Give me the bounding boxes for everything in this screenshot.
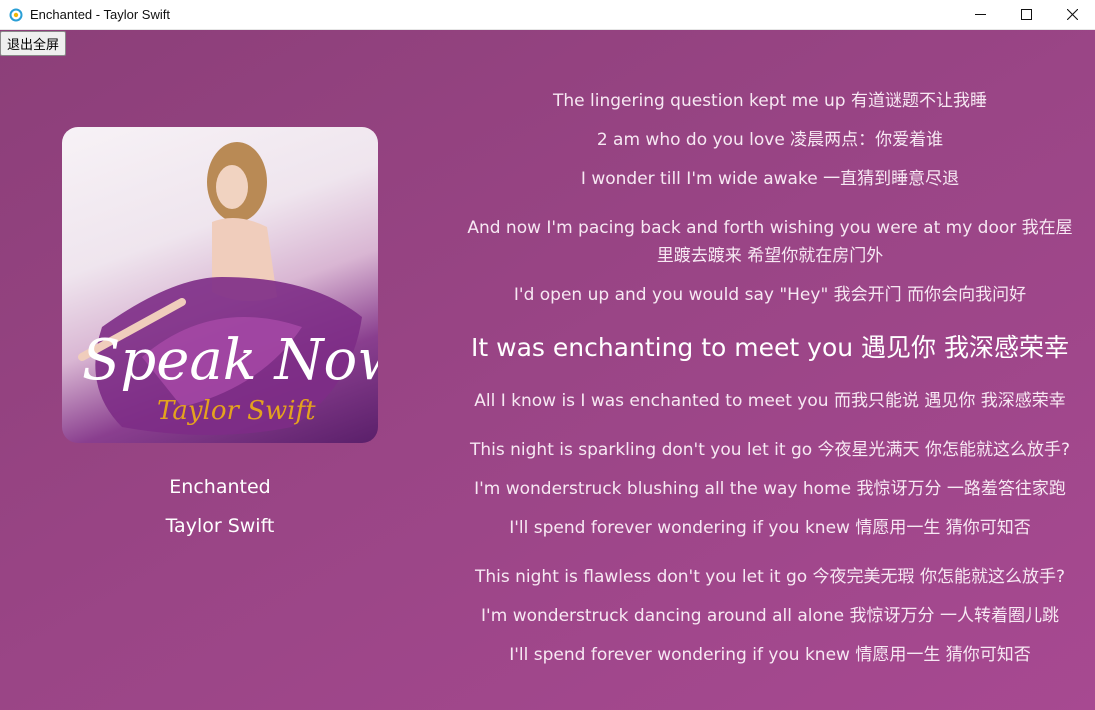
app-icon: [8, 7, 24, 23]
lyric-line: I'll spend forever wondering if you knew…: [509, 645, 1031, 665]
lyric-line: This night is sparkling don't you let it…: [470, 440, 1070, 460]
window-title-bar: Enchanted - Taylor Swift: [0, 0, 1095, 30]
maximize-icon[interactable]: [1003, 0, 1049, 30]
active-lyric-line: It was enchanting to meet you 遇见你 我深感荣幸: [471, 333, 1069, 362]
cover-title-text: Speak Now: [82, 328, 378, 393]
song-artist: Taylor Swift: [165, 515, 275, 537]
lyric-line: I wonder till I'm wide awake 一直猜到睡意尽退: [580, 169, 960, 189]
lyric-line: The lingering question kept me up 有道谜题不让…: [553, 91, 987, 111]
cover-artist-text: Taylor Swift: [157, 396, 316, 426]
lyric-line: 2 am who do you love 凌晨两点：你爱着谁: [596, 130, 944, 150]
lyric-line: And now I'm pacing back and forth wishin…: [467, 218, 1073, 266]
close-icon[interactable]: [1049, 0, 1095, 30]
lyric-line: This night is flawless don't you let it …: [474, 567, 1065, 587]
song-title: Enchanted: [169, 476, 271, 498]
lyric-line: I'll spend forever wondering if you knew…: [509, 518, 1031, 538]
lyric-line: I'm wonderstruck blushing all the way ho…: [474, 479, 1066, 499]
lyrics-panel: The lingering question kept me up 有道谜题不让…: [460, 87, 1080, 680]
exit-fullscreen-button[interactable]: 退出全屏: [0, 31, 67, 56]
window-controls: [957, 0, 1095, 30]
minimize-icon[interactable]: [957, 0, 1003, 30]
lyric-line: I'm wonderstruck dancing around all alon…: [481, 606, 1059, 626]
lyric-line: I'd open up and you would say "Hey" 我会开门…: [513, 285, 1027, 305]
lyric-line: All I know is I was enchanted to meet yo…: [474, 391, 1066, 411]
player-view: 退出全屏 Speak Now Taylor Swift Enchanted Ta…: [0, 30, 1095, 710]
window-title: Enchanted - Taylor Swift: [30, 7, 170, 22]
album-cover: Speak Now Taylor Swift: [62, 127, 378, 443]
